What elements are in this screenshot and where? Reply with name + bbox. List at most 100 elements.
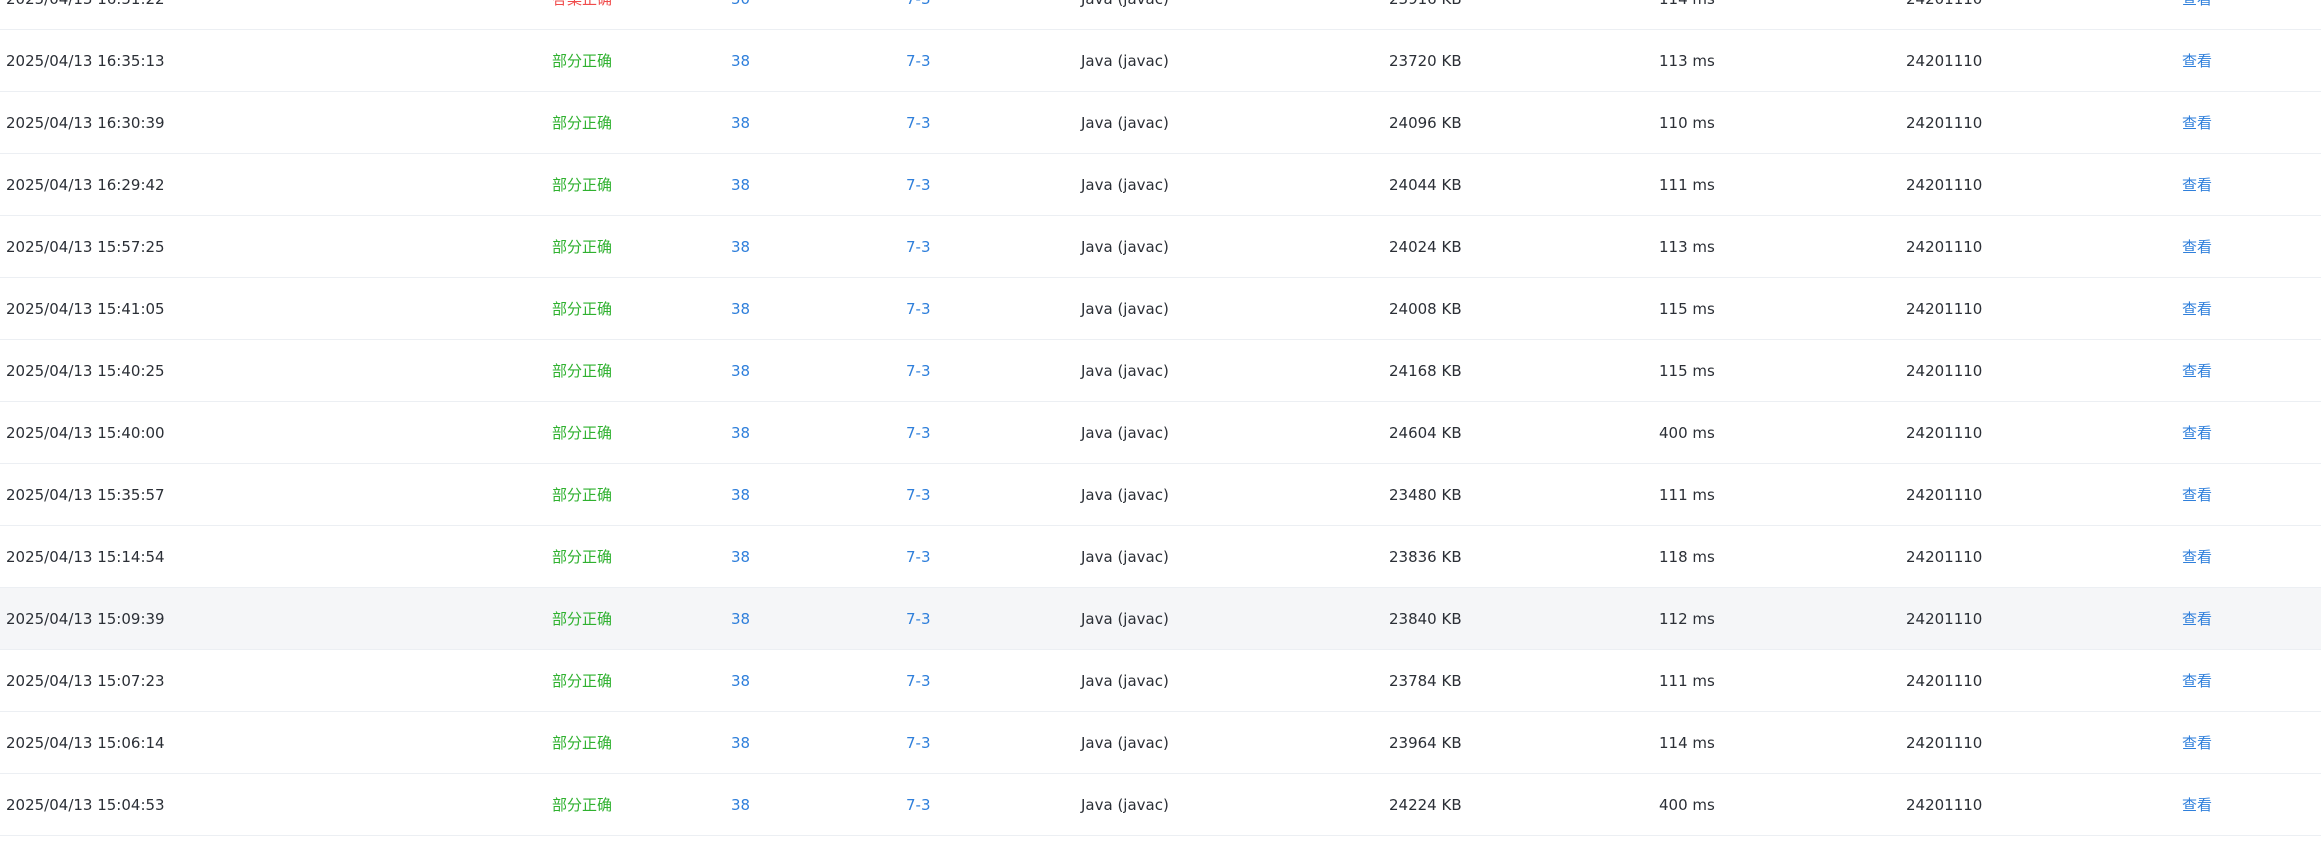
problem-link[interactable]: 7-3: [906, 0, 931, 30]
problem-link[interactable]: 7-3: [906, 216, 931, 278]
problem-link[interactable]: 7-3: [906, 340, 931, 402]
score-link[interactable]: 38: [731, 154, 750, 216]
memory-usage: 24008 KB: [1389, 300, 1462, 318]
status-label: 部分正确: [552, 672, 613, 690]
view-link[interactable]: 查看: [2182, 650, 2212, 712]
submission-row: 2025/04/13 15:04:53 部分正确 38 7-3 Java (ja…: [0, 774, 2321, 836]
score-link[interactable]: 38: [731, 712, 750, 774]
score-link[interactable]: 38: [731, 216, 750, 278]
run-time: 115 ms: [1659, 300, 1715, 318]
submit-time: 2025/04/13 15:07:23: [6, 672, 165, 690]
view-link[interactable]: 查看: [2182, 0, 2212, 30]
status-label: 部分正确: [552, 610, 613, 628]
view-link[interactable]: 查看: [2182, 402, 2212, 464]
score-link[interactable]: 38: [731, 526, 750, 588]
problem-link[interactable]: 7-3: [906, 774, 931, 836]
view-link[interactable]: 查看: [2182, 340, 2212, 402]
score-link[interactable]: 38: [731, 92, 750, 154]
submit-time: 2025/04/13 16:51:22: [6, 0, 165, 30]
problem-link[interactable]: 7-3: [906, 402, 931, 464]
problem-link[interactable]: 7-3: [906, 588, 931, 650]
run-time: 400 ms: [1659, 796, 1715, 814]
score-link[interactable]: 50: [731, 0, 750, 30]
user-id: 24201110: [1906, 362, 1983, 380]
problem-link[interactable]: 7-3: [906, 526, 931, 588]
compiler-label: Java (javac): [1081, 238, 1169, 256]
submission-row: 2025/04/13 15:07:23 部分正确 38 7-3 Java (ja…: [0, 650, 2321, 712]
user-id: 24201110: [1906, 610, 1983, 628]
problem-link[interactable]: 7-3: [906, 712, 931, 774]
problem-link[interactable]: 7-3: [906, 30, 931, 92]
memory-usage: 23784 KB: [1389, 672, 1462, 690]
view-link[interactable]: 查看: [2182, 154, 2212, 216]
memory-usage: 24604 KB: [1389, 424, 1462, 442]
view-link[interactable]: 查看: [2182, 464, 2212, 526]
submission-row: 2025/04/13 15:57:25 部分正确 38 7-3 Java (ja…: [0, 216, 2321, 278]
memory-usage: 24096 KB: [1389, 114, 1462, 132]
problem-link[interactable]: 7-3: [906, 154, 931, 216]
compiler-label: Java (javac): [1081, 362, 1169, 380]
submit-time: 2025/04/13 15:14:54: [6, 548, 165, 566]
view-link[interactable]: 查看: [2182, 278, 2212, 340]
status-label: 部分正确: [552, 796, 613, 814]
view-link[interactable]: 查看: [2182, 30, 2212, 92]
user-id: 24201110: [1906, 52, 1983, 70]
memory-usage: 23840 KB: [1389, 610, 1462, 628]
submit-time: 2025/04/13 16:35:13: [6, 52, 165, 70]
view-link[interactable]: 查看: [2182, 774, 2212, 836]
score-link[interactable]: 38: [731, 30, 750, 92]
problem-link[interactable]: 7-3: [906, 92, 931, 154]
user-id: 24201110: [1906, 300, 1983, 318]
view-link[interactable]: 查看: [2182, 712, 2212, 774]
user-id: 24201110: [1906, 238, 1983, 256]
memory-usage: 23480 KB: [1389, 486, 1462, 504]
submission-row: 2025/04/13 15:09:39 部分正确 38 7-3 Java (ja…: [0, 588, 2321, 650]
compiler-label: Java (javac): [1081, 796, 1169, 814]
compiler-label: Java (javac): [1081, 486, 1169, 504]
submit-time: 2025/04/13 15:57:25: [6, 238, 165, 256]
run-time: 114 ms: [1659, 0, 1715, 30]
problem-link[interactable]: 7-3: [906, 650, 931, 712]
status-label: 部分正确: [552, 114, 613, 132]
run-time: 118 ms: [1659, 548, 1715, 566]
problem-link[interactable]: 7-3: [906, 278, 931, 340]
status-label: 部分正确: [552, 424, 613, 442]
view-link[interactable]: 查看: [2182, 92, 2212, 154]
submit-time: 2025/04/13 16:30:39: [6, 114, 165, 132]
compiler-label: Java (javac): [1081, 734, 1169, 752]
score-link[interactable]: 38: [731, 774, 750, 836]
view-link[interactable]: 查看: [2182, 526, 2212, 588]
score-link[interactable]: 38: [731, 402, 750, 464]
submit-time: 2025/04/13 16:29:42: [6, 176, 165, 194]
score-link[interactable]: 38: [731, 588, 750, 650]
memory-usage: 24024 KB: [1389, 238, 1462, 256]
score-link[interactable]: 38: [731, 278, 750, 340]
view-link[interactable]: 查看: [2182, 216, 2212, 278]
compiler-label: Java (javac): [1081, 548, 1169, 566]
run-time: 111 ms: [1659, 486, 1715, 504]
compiler-label: Java (javac): [1081, 424, 1169, 442]
view-link[interactable]: 查看: [2182, 588, 2212, 650]
submit-time: 2025/04/13 15:09:39: [6, 610, 165, 628]
compiler-label: Java (javac): [1081, 300, 1169, 318]
score-link[interactable]: 38: [731, 464, 750, 526]
compiler-label: Java (javac): [1081, 176, 1169, 194]
score-link[interactable]: 38: [731, 340, 750, 402]
submission-row: 2025/04/13 16:30:39 部分正确 38 7-3 Java (ja…: [0, 92, 2321, 154]
user-id: 24201110: [1906, 424, 1983, 442]
score-link[interactable]: 38: [731, 650, 750, 712]
status-label: 部分正确: [552, 300, 613, 318]
submission-row: 2025/04/13 16:51:22 答案正确 50 7-3 Java (ja…: [0, 0, 2321, 30]
status-label: 答案正确: [552, 0, 612, 30]
submit-time: 2025/04/13 15:40:00: [6, 424, 165, 442]
user-id: 24201110: [1906, 734, 1983, 752]
problem-link[interactable]: 7-3: [906, 464, 931, 526]
run-time: 113 ms: [1659, 238, 1715, 256]
memory-usage: 24224 KB: [1389, 796, 1462, 814]
submission-row: 2025/04/13 16:29:42 部分正确 38 7-3 Java (ja…: [0, 154, 2321, 216]
submission-row: 2025/04/13 16:35:13 部分正确 38 7-3 Java (ja…: [0, 30, 2321, 92]
user-id: 24201110: [1906, 796, 1983, 814]
user-id: 24201110: [1906, 114, 1983, 132]
memory-usage: 23720 KB: [1389, 52, 1462, 70]
submit-time: 2025/04/13 15:41:05: [6, 300, 165, 318]
